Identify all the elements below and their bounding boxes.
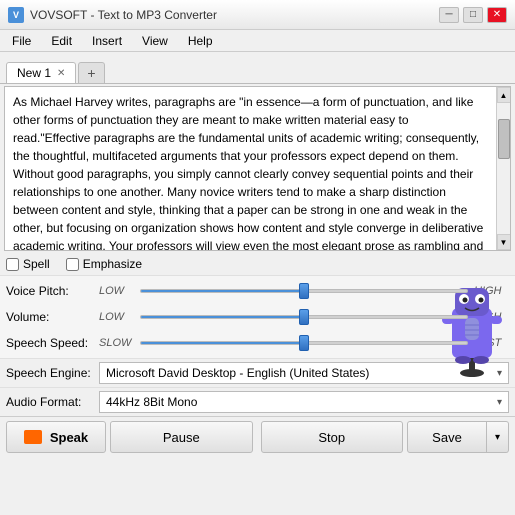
- tab-bar: New 1 ✕ +: [0, 52, 515, 84]
- volume-label: Volume:: [6, 310, 91, 324]
- audio-format-value: 44kHz 8Bit Mono: [106, 395, 497, 409]
- text-area-wrapper: As Michael Harvey writes, paragraphs are…: [4, 86, 511, 251]
- scroll-thumb[interactable]: [498, 119, 510, 159]
- add-tab-button[interactable]: +: [78, 62, 104, 83]
- maximize-button[interactable]: □: [463, 7, 483, 23]
- emphasize-checkbox[interactable]: [66, 258, 79, 271]
- stop-button[interactable]: Stop: [261, 421, 404, 453]
- emphasize-label: Emphasize: [83, 257, 142, 271]
- save-dropdown-arrow-button[interactable]: ▾: [487, 421, 509, 453]
- menu-insert[interactable]: Insert: [84, 32, 130, 50]
- tab-new1[interactable]: New 1 ✕: [6, 62, 76, 83]
- voice-pitch-label: Voice Pitch:: [6, 284, 91, 298]
- voice-pitch-row: Voice Pitch: LOW HIGH: [6, 278, 509, 304]
- title-bar-left: V VOVSOFT - Text to MP3 Converter: [8, 7, 217, 23]
- voice-pitch-track[interactable]: [140, 289, 468, 293]
- spell-label: Spell: [23, 257, 50, 271]
- audio-format-label: Audio Format:: [6, 395, 91, 409]
- scroll-up-button[interactable]: ▲: [497, 87, 511, 103]
- checkbox-row: Spell Emphasize: [0, 253, 515, 276]
- minimize-button[interactable]: ─: [439, 7, 459, 23]
- audio-format-arrow-icon: ▾: [497, 397, 502, 408]
- speech-speed-slow: SLOW: [99, 337, 134, 349]
- volume-row: Volume: LOW HIGH: [6, 304, 509, 330]
- menu-help[interactable]: Help: [180, 32, 221, 50]
- menu-file[interactable]: File: [4, 32, 39, 50]
- volume-track[interactable]: [140, 315, 468, 319]
- volume-low: LOW: [99, 311, 134, 323]
- speaker-icon: [24, 430, 42, 444]
- button-row: Speak Pause Stop Save ▾: [0, 416, 515, 457]
- spell-checkbox[interactable]: [6, 258, 19, 271]
- spell-checkbox-label[interactable]: Spell: [6, 257, 50, 271]
- speech-engine-label: Speech Engine:: [6, 366, 91, 380]
- scroll-down-button[interactable]: ▼: [497, 234, 511, 250]
- speech-speed-thumb[interactable]: [299, 335, 309, 351]
- speak-button[interactable]: Speak: [6, 421, 106, 453]
- pause-button[interactable]: Pause: [110, 421, 253, 453]
- title-controls: ─ □ ✕: [439, 7, 507, 23]
- tab-label: New 1: [17, 66, 51, 80]
- save-arrow-icon: ▾: [495, 432, 500, 443]
- voice-pitch-thumb[interactable]: [299, 283, 309, 299]
- close-button[interactable]: ✕: [487, 7, 507, 23]
- save-button[interactable]: Save: [407, 421, 487, 453]
- audio-format-dropdown[interactable]: 44kHz 8Bit Mono ▾: [99, 391, 509, 413]
- mascot: [437, 278, 507, 383]
- scrollbar[interactable]: ▲ ▼: [496, 87, 510, 250]
- speech-speed-row: Speech Speed: SLOW FAST: [6, 330, 509, 356]
- audio-format-row: Audio Format: 44kHz 8Bit Mono ▾: [0, 387, 515, 416]
- text-content[interactable]: As Michael Harvey writes, paragraphs are…: [5, 87, 496, 250]
- speech-speed-track[interactable]: [140, 341, 468, 345]
- voice-pitch-low: LOW: [99, 285, 134, 297]
- menu-edit[interactable]: Edit: [43, 32, 80, 50]
- tab-close-icon[interactable]: ✕: [57, 68, 65, 79]
- app-title: VOVSOFT - Text to MP3 Converter: [30, 8, 217, 22]
- speech-speed-label: Speech Speed:: [6, 336, 91, 350]
- app-icon: V: [8, 7, 24, 23]
- title-bar: V VOVSOFT - Text to MP3 Converter ─ □ ✕: [0, 0, 515, 30]
- emphasize-checkbox-label[interactable]: Emphasize: [66, 257, 142, 271]
- menu-view[interactable]: View: [134, 32, 176, 50]
- controls-section: Voice Pitch: LOW HIGH Volume: LOW HIGH S…: [0, 276, 515, 358]
- menu-bar: File Edit Insert View Help: [0, 30, 515, 52]
- volume-thumb[interactable]: [299, 309, 309, 325]
